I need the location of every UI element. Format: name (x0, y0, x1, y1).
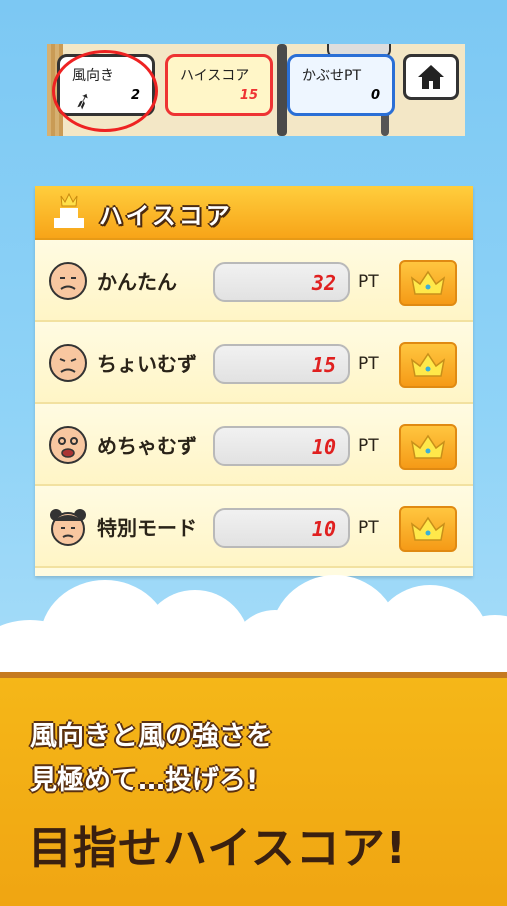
score-row-hard: めちゃむず 10 PT (35, 404, 473, 486)
face-easy-icon (49, 262, 87, 300)
score-box: 32 (213, 262, 350, 302)
pt-unit: PT (358, 354, 379, 374)
score-value: 10 (311, 435, 336, 459)
pt-unit: PT (358, 518, 379, 538)
crown-button[interactable] (399, 342, 457, 388)
crown-icon (410, 352, 446, 377)
panel-header: ハイスコア (35, 186, 473, 240)
game-hud: 風向き ➶ 2 ハイスコア 15 かぶせPT 0 (47, 44, 465, 136)
crown-button[interactable] (399, 424, 457, 470)
hud-highscore-value: 15 (239, 88, 258, 103)
hud-highscore: ハイスコア 15 (165, 54, 273, 116)
banner-line-1: 風向きと風の強さを (30, 721, 273, 752)
face-hard-icon (49, 426, 87, 464)
home-icon (418, 65, 444, 89)
hud-kabuse-label: かぶせPT (302, 68, 361, 84)
wind-highlight-ring (52, 50, 158, 132)
highscore-panel: ハイスコア かんたん 32 PT ちょいむず 15 PT めちゃむず 10 PT… (35, 186, 473, 576)
hud-kabuse-value: 0 (370, 88, 380, 103)
crown-icon (410, 434, 446, 459)
hud-kabuse-points: かぶせPT 0 (287, 54, 395, 116)
score-box: 10 (213, 508, 350, 548)
panel-title: ハイスコア (99, 202, 233, 230)
pole-decoration (277, 44, 287, 136)
face-special-icon (50, 509, 86, 546)
home-button[interactable] (403, 54, 459, 100)
score-box: 10 (213, 426, 350, 466)
crown-button[interactable] (399, 506, 457, 552)
face-medium-icon (49, 344, 87, 382)
score-row-medium: ちょいむず 15 PT (35, 322, 473, 404)
banner-headline: 目指せハイスコア! (28, 823, 407, 874)
row-label: かんたん (97, 270, 177, 294)
score-row-easy: かんたん 32 PT (35, 240, 473, 322)
pt-unit: PT (358, 436, 379, 456)
row-label: めちゃむず (97, 434, 197, 458)
hud-highscore-label: ハイスコア (180, 68, 250, 84)
score-value: 10 (311, 517, 336, 541)
row-label: 特別モード (97, 516, 197, 540)
crown-button[interactable] (399, 260, 457, 306)
promo-banner: 風向きと風の強さを 見極めて…投げろ! 目指せハイスコア! (0, 672, 507, 906)
clouds-decoration (0, 560, 507, 715)
row-label: ちょいむず (97, 352, 197, 376)
crown-icon (410, 270, 446, 295)
score-row-special: 特別モード 10 PT (35, 486, 473, 568)
banner-line-2: 見極めて…投げろ! (30, 765, 259, 796)
pt-unit: PT (358, 272, 379, 292)
score-value: 15 (311, 353, 336, 377)
trophy-icon (54, 192, 84, 228)
score-box: 15 (213, 344, 350, 384)
score-value: 32 (311, 271, 336, 295)
crown-icon (410, 516, 446, 541)
